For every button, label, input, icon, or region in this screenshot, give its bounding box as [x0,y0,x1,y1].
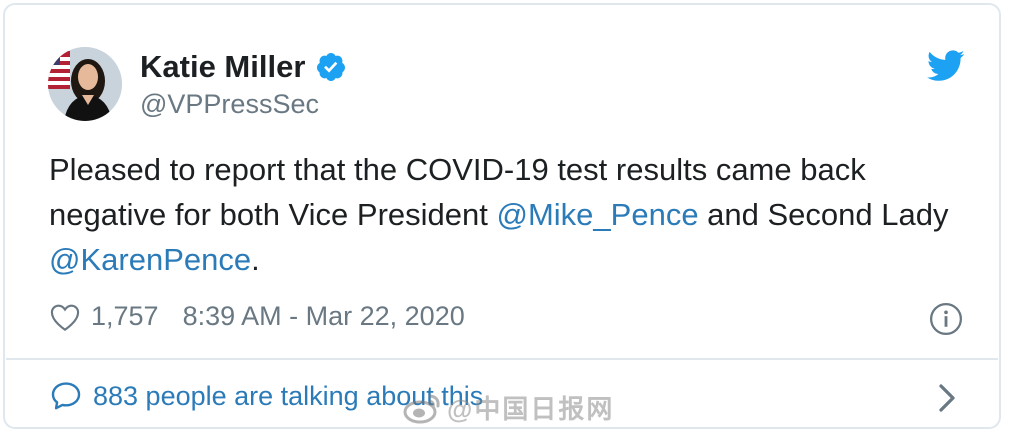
author-name[interactable]: Katie Miller [140,49,305,85]
watermark-text: @中国日报网 [447,394,615,424]
divider [6,358,998,360]
watermark: @中国日报网 [403,389,614,426]
author-name-row[interactable]: Katie Miller [140,49,347,85]
twitter-bird-icon[interactable] [927,50,965,82]
avatar-image [48,47,122,121]
mention-link[interactable]: @Mike_Pence [497,197,699,232]
avatar[interactable] [48,47,122,121]
weibo-logo-icon [403,394,440,423]
mention-link[interactable]: @KarenPence [49,242,251,277]
author-handle[interactable]: @VPPressSec [140,89,319,120]
tweet-text: Pleased to report that the COVID-19 test… [49,147,949,282]
tweet-text-part: . [251,242,260,277]
heart-icon[interactable] [49,302,81,332]
info-icon[interactable] [929,302,963,336]
like-count[interactable]: 1,757 [91,301,159,332]
tweet-text-part: and Second Lady [698,197,949,232]
tweet-meta: 1,757 8:39 AM - Mar 22, 2020 [49,301,465,332]
timestamp[interactable]: 8:39 AM - Mar 22, 2020 [183,301,465,332]
chevron-right-icon[interactable] [937,383,957,413]
verified-badge-icon [317,53,346,81]
tweet-card: Katie Miller @VPPressSec Pleased to repo… [3,3,1001,429]
speech-bubble-icon [51,382,81,410]
